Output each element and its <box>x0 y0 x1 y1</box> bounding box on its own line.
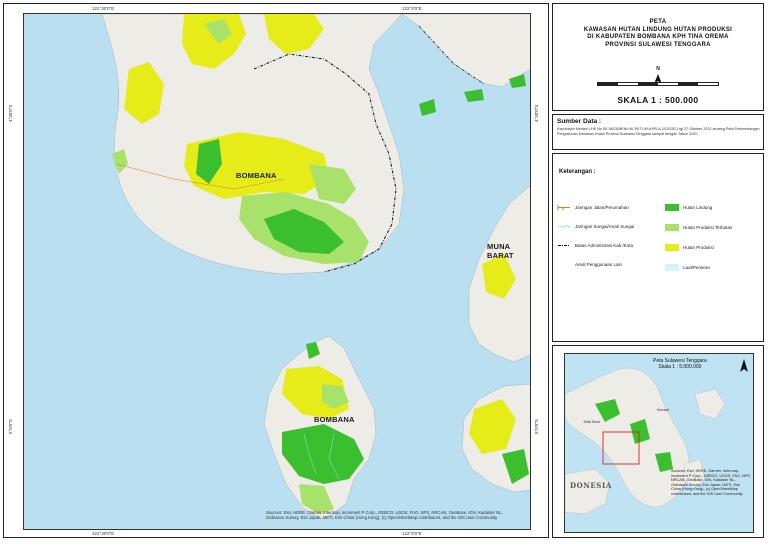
inset-title: Peta Sulawesi Tenggara Skala 1 : 5.000.0… <box>653 358 707 370</box>
inset-north-icon <box>740 359 748 372</box>
tick-left-2: 5°0'0"S <box>8 419 13 434</box>
title-panel: PETA KAWASAN HUTAN LINDUNG HUTAN PRODUKS… <box>552 3 764 111</box>
label-bombana-south: BOMBANA <box>314 415 355 424</box>
hpt-swatch <box>665 224 679 231</box>
legend-label-hpt: Hutan Produksi Terbatas <box>683 225 733 230</box>
tick-right-2: 5°0'0"S <box>534 419 539 434</box>
legend-label-hp: Hutan Produksi <box>683 245 714 250</box>
coast-green-2 <box>464 89 484 102</box>
label-bombana-north: BOMBANA <box>236 171 277 180</box>
title-line-1: PETA <box>649 19 667 25</box>
tick-bottom-2: 122°0'0"E <box>402 531 422 536</box>
inset-title-line-2: Skala 1 : 5.000.000 <box>658 364 702 370</box>
tick-right-1: 4°30'0"S <box>534 104 539 122</box>
laut-swatch <box>665 264 679 271</box>
legend-item-hp: Hutan Produksi <box>665 244 714 251</box>
inset-label-bone: Teluk Bone <box>583 420 601 424</box>
legend-label-apl: Areal Penggunaan Lain <box>575 262 623 267</box>
scale-text: SKALA 1 : 500.000 <box>617 95 699 105</box>
hutan-lindung-swatch <box>665 204 679 211</box>
source-title: Sumber Data : <box>557 118 602 125</box>
legend-title: Keterangan : <box>559 169 596 175</box>
tick-left-1: 4°30'0"S <box>8 104 13 122</box>
road-icon <box>557 205 570 210</box>
map-title: PETA KAWASAN HUTAN LINDUNG HUTAN PRODUKS… <box>553 19 763 49</box>
map-canvas[interactable]: BOMBANA BOMBANA MUNA BARAT <box>23 13 531 530</box>
legend-item-boundary: Batas Administrasi Kab./Kota <box>557 242 633 249</box>
legend-item-road: Jaringan Jalan/Perumahan <box>557 204 629 211</box>
map-svg <box>101 14 530 520</box>
legend-label-road: Jaringan Jalan/Perumahan <box>575 205 629 210</box>
legend-panel: Keterangan : Jaringan Jalan/Perumahan Ja… <box>552 153 764 342</box>
title-line-2: KAWASAN HUTAN LINDUNG HUTAN PRODUKSI <box>583 26 733 33</box>
apl-swatch <box>557 261 571 268</box>
map-attribution: Sources: Esri, HERE, Garmin, Intermap, i… <box>266 510 503 520</box>
legend-item-laut: Laut/Perairan <box>665 264 710 271</box>
legend-label-hutan-lindung: Hutan Lindung <box>683 205 713 210</box>
tick-top-1: 121°30'0"E <box>92 6 115 11</box>
legend-item-hpt: Hutan Produksi Terbatas <box>665 224 732 231</box>
inset-attribution: Sources: Esri, HERE, Garmin, Intermap, i… <box>671 469 751 496</box>
legend-label-laut: Laut/Perairan <box>683 265 711 270</box>
source-body: Keputusan Menteri LHK No SK.8623/MENLHK-… <box>557 127 760 136</box>
legend-item-river: Jaringan Sungai/Anak Sungai <box>557 223 634 230</box>
legend-label-river: Jaringan Sungai/Anak Sungai <box>575 224 635 229</box>
title-line-3: DI KABUPATEN BOMBANA KPH TINA OREMA <box>587 34 729 40</box>
inset-label-nesia: DONESIA <box>570 481 612 490</box>
boundary-icon <box>558 245 570 246</box>
legend-item-apl: Areal Penggunaan Lain <box>557 261 622 268</box>
tick-bottom-1: 121°30'0"E <box>92 531 115 536</box>
label-muna-barat: MUNA BARAT <box>487 242 514 260</box>
scale-bar <box>597 82 719 86</box>
inset-land-south <box>565 468 611 515</box>
source-panel: Sumber Data : Keputusan Menteri LHK No S… <box>552 114 764 150</box>
coast-green-1 <box>419 99 436 116</box>
inset-svg <box>565 367 726 515</box>
inset-island-east <box>694 388 726 420</box>
title-line-4: PROVINSI SULAWESI TENGGARA <box>605 41 711 48</box>
north-arrow: N <box>651 66 665 84</box>
main-map-frame: 121°30'0"E 122°0'0"E 121°30'0"E 122°0'0"… <box>3 3 549 538</box>
legend-item-hutan-lindung: Hutan Lindung <box>665 204 712 211</box>
legend-label-boundary: Batas Administrasi Kab./Kota <box>575 243 634 248</box>
inset-label-kendari: Kendari <box>657 408 670 412</box>
hp-swatch <box>665 244 679 251</box>
river-icon <box>557 224 571 228</box>
north-letter: N <box>656 66 660 72</box>
inset-panel: Peta Sulawesi Tenggara Skala 1 : 5.000.0… <box>552 345 764 538</box>
inset-map[interactable]: Peta Sulawesi Tenggara Skala 1 : 5.000.0… <box>564 353 754 533</box>
tick-top-2: 122°0'0"E <box>402 6 422 11</box>
